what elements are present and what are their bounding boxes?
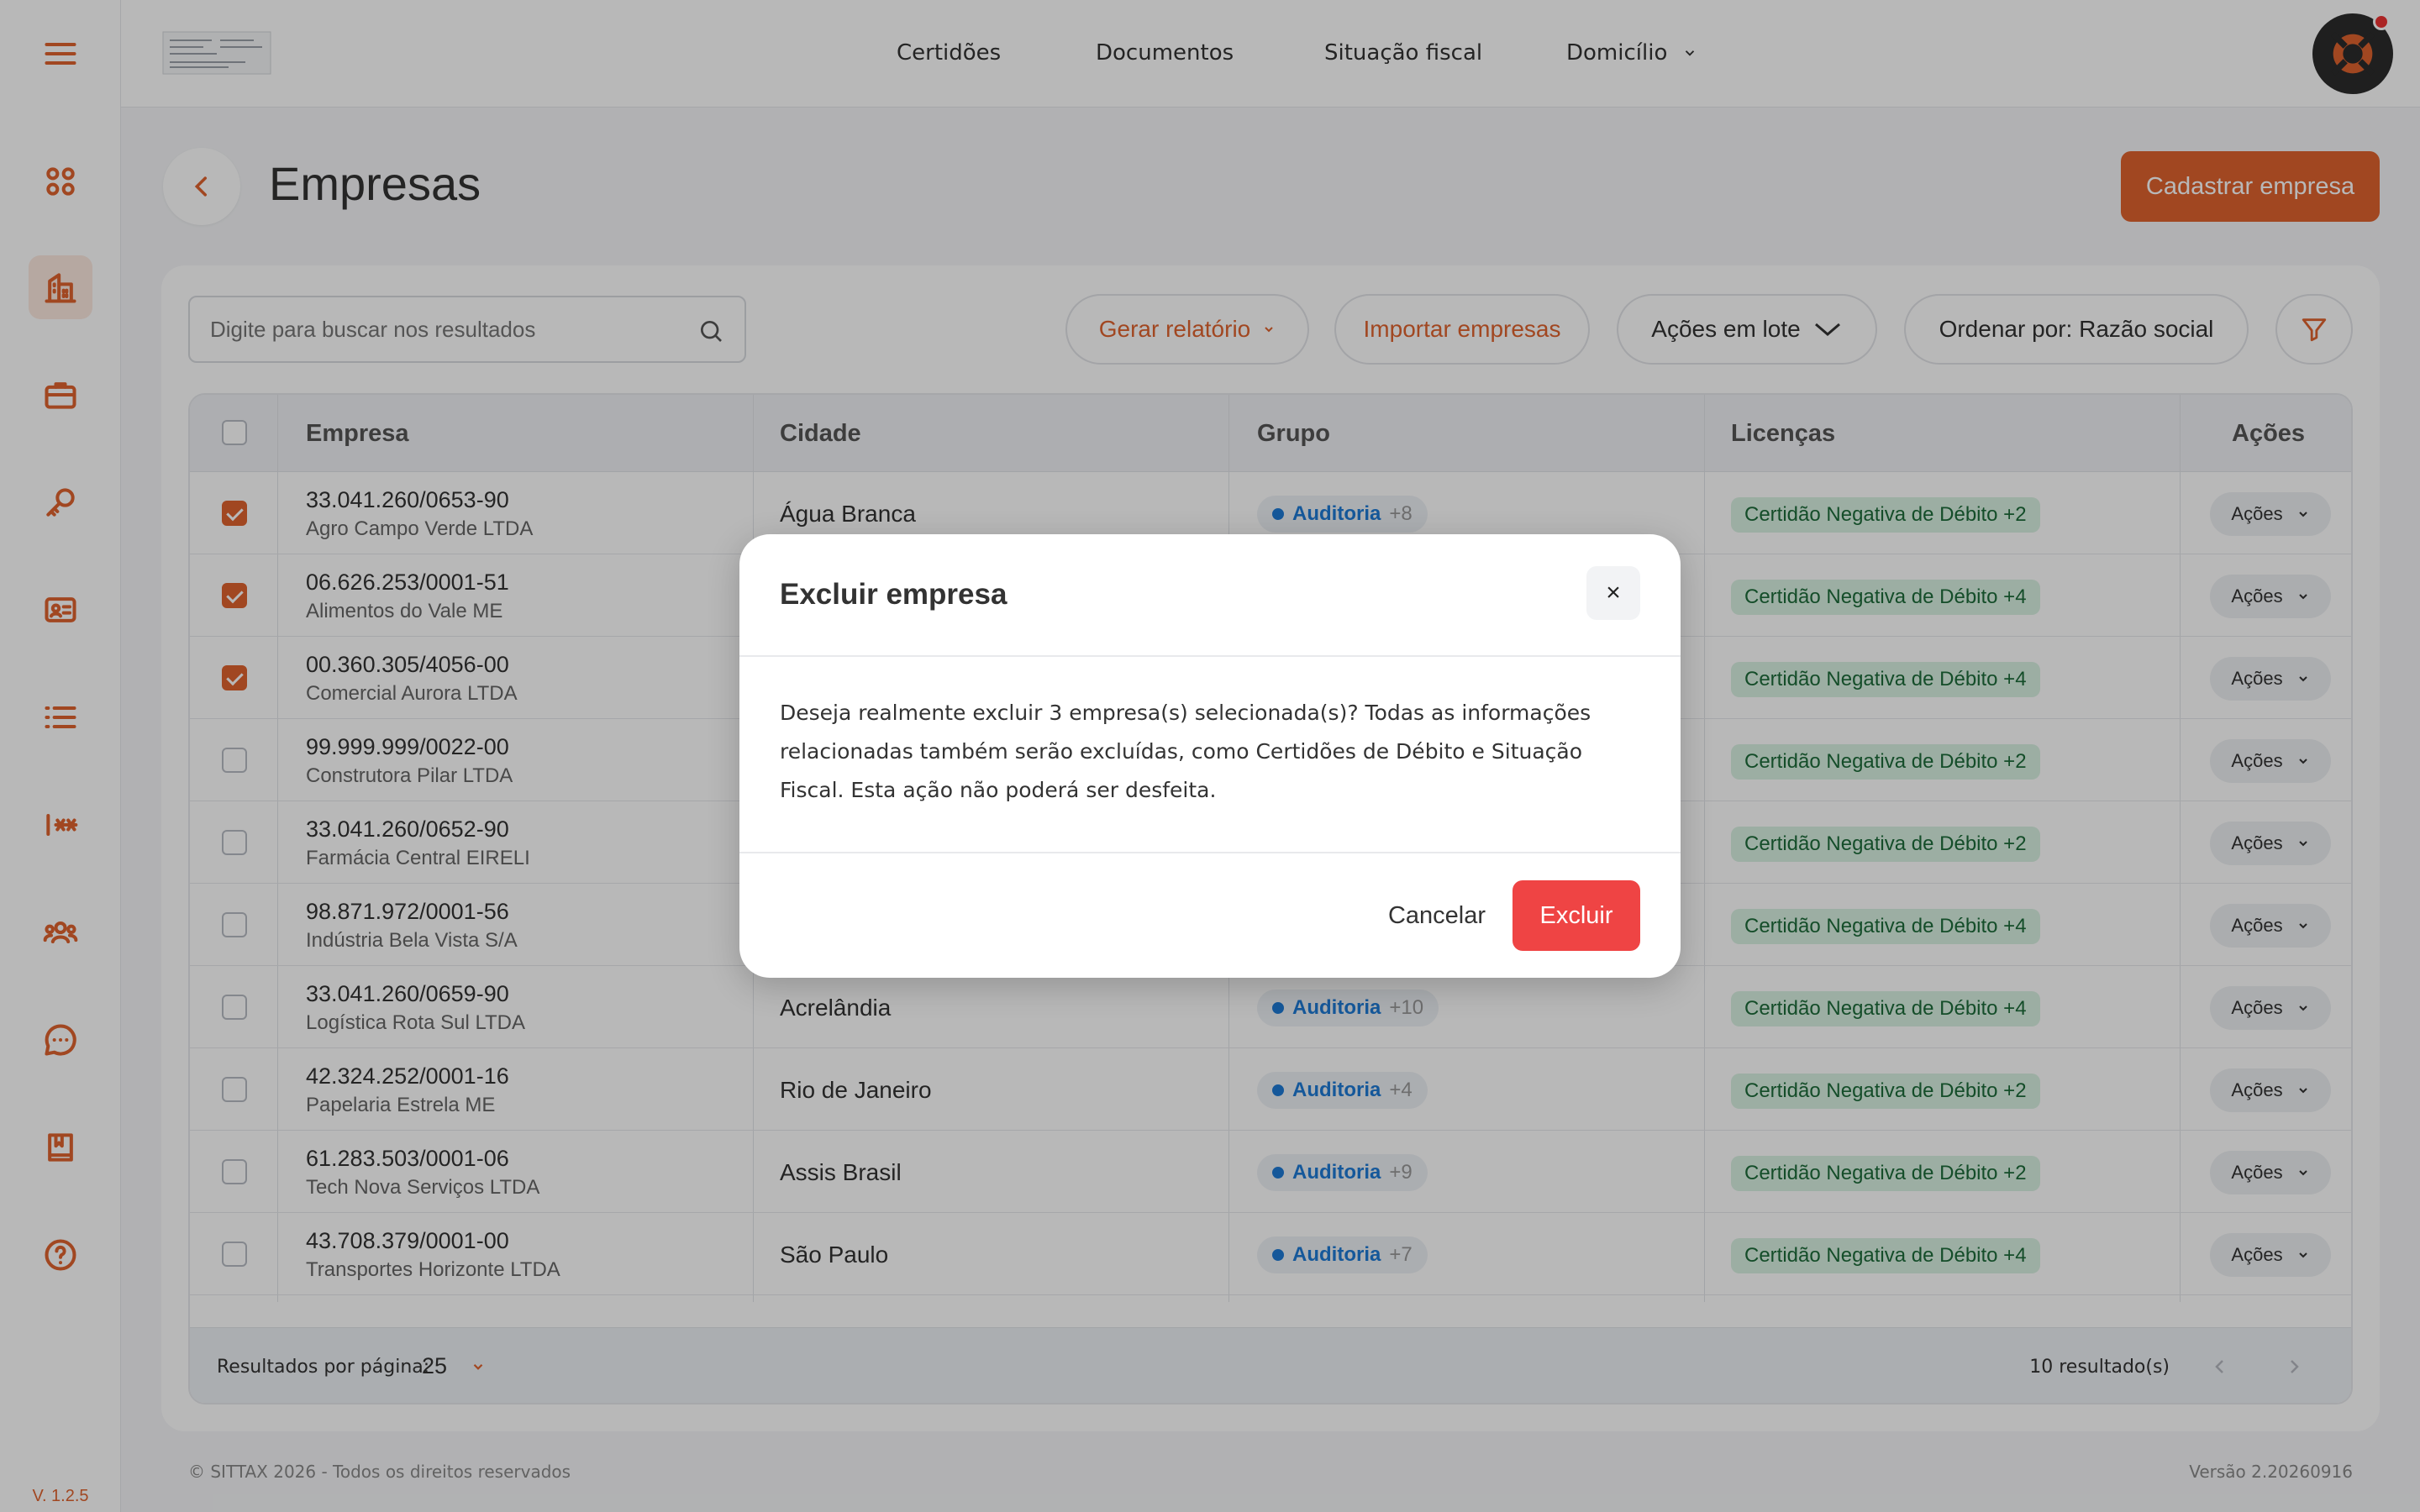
dialog-divider: [739, 655, 1681, 657]
dialog-divider: [739, 852, 1681, 853]
dialog-title: Excluir empresa: [780, 578, 1007, 611]
close-icon: ×: [1606, 579, 1621, 606]
cancel-button[interactable]: Cancelar: [1370, 880, 1504, 951]
close-button[interactable]: ×: [1586, 566, 1640, 620]
delete-company-dialog: Excluir empresa × Deseja realmente exclu…: [739, 534, 1681, 978]
confirm-delete-button[interactable]: Excluir: [1512, 880, 1640, 951]
dialog-message: Deseja realmente excluir 3 empresa(s) se…: [780, 701, 1591, 802]
